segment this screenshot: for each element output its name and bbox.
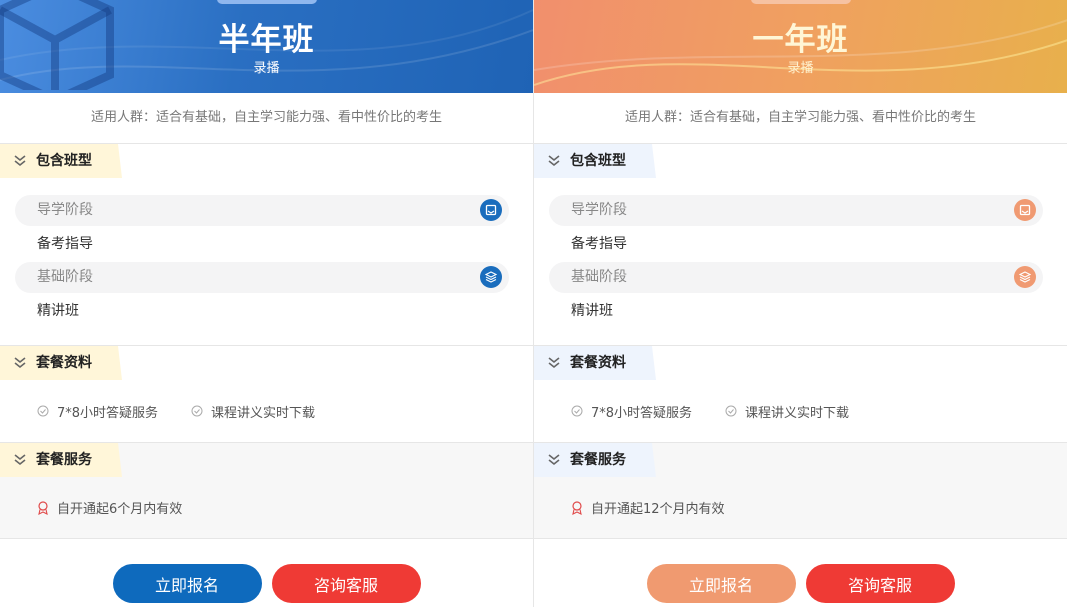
- book-icon: [1014, 199, 1036, 221]
- layers-icon: [480, 266, 502, 288]
- section-title: 套餐资料: [36, 355, 92, 371]
- stage-name: 基础阶段: [37, 269, 93, 285]
- stage-item: 精讲班: [571, 303, 613, 319]
- stage-name: 导学阶段: [571, 202, 627, 218]
- section-tag: 套餐资料: [534, 346, 656, 380]
- section-title: 套餐服务: [36, 452, 92, 468]
- material-item: 7*8小时答疑服务: [37, 402, 158, 421]
- materials-list: 7*8小时答疑服务 课程讲义实时下载: [534, 380, 1067, 443]
- service-item: 自开通起12个月内有效: [534, 477, 1067, 538]
- section-tag: 套餐服务: [534, 443, 656, 477]
- section-title: 套餐服务: [570, 452, 626, 468]
- stage-name: 基础阶段: [571, 269, 627, 285]
- material-item: 课程讲义实时下载: [191, 402, 315, 421]
- section-classes-header: 包含班型: [0, 144, 533, 178]
- consult-button[interactable]: 咨询客服: [271, 564, 421, 603]
- plan-card-half-year: 半年班 录播 适用人群：适合有基础，自主学习能力强、看中性价比的考生 包含班型 …: [0, 0, 533, 607]
- audience-text: 适用人群：适合有基础，自主学习能力强、看中性价比的考生: [534, 93, 1067, 144]
- service-item: 自开通起6个月内有效: [0, 477, 533, 538]
- material-item: 课程讲义实时下载: [725, 402, 849, 421]
- check-circle-icon: [191, 405, 203, 417]
- materials-list: 7*8小时答疑服务 课程讲义实时下载: [0, 380, 533, 443]
- stage-item: 精讲班: [37, 303, 79, 319]
- enroll-button[interactable]: 立即报名: [112, 564, 262, 603]
- check-circle-icon: [37, 405, 49, 417]
- chevron-down-icon: [14, 155, 26, 167]
- plan-title: 一年班: [752, 22, 849, 58]
- medal-icon: [572, 500, 582, 515]
- check-circle-icon: [725, 405, 737, 417]
- action-buttons: 立即报名 咨询客服: [534, 564, 1067, 603]
- medal-icon: [38, 500, 48, 515]
- plan-card-one-year: 一年班 录播 适用人群：适合有基础，自主学习能力强、看中性价比的考生 包含班型 …: [533, 0, 1067, 607]
- enroll-button[interactable]: 立即报名: [646, 564, 796, 603]
- chevron-down-icon: [548, 454, 560, 466]
- stage-name: 导学阶段: [37, 202, 93, 218]
- layers-icon: [1014, 266, 1036, 288]
- section-classes-header: 包含班型: [534, 144, 1067, 178]
- section-services-header: 套餐服务: [534, 443, 1067, 477]
- check-circle-icon: [571, 405, 583, 417]
- chevron-down-icon: [548, 155, 560, 167]
- audience-text: 适用人群：适合有基础，自主学习能力强、看中性价比的考生: [0, 93, 533, 144]
- chevron-down-icon: [548, 357, 560, 369]
- stage-item: 备考指导: [37, 236, 93, 252]
- section-tag: 包含班型: [534, 144, 656, 178]
- plan-comparison: 半年班 录播 适用人群：适合有基础，自主学习能力强、看中性价比的考生 包含班型 …: [0, 0, 1067, 607]
- section-materials-header: 套餐资料: [0, 346, 533, 380]
- stage-guide: 导学阶段: [15, 195, 509, 226]
- plan-header: 一年班 录播: [534, 0, 1067, 93]
- consult-button[interactable]: 咨询客服: [805, 564, 955, 603]
- chevron-down-icon: [14, 454, 26, 466]
- book-icon: [480, 199, 502, 221]
- plan-header: 半年班 录播: [0, 0, 533, 93]
- section-title: 包含班型: [36, 153, 92, 169]
- plan-subtitle: 录播: [253, 61, 280, 76]
- action-buttons: 立即报名 咨询客服: [0, 564, 533, 603]
- section-tag: 套餐服务: [0, 443, 122, 477]
- services-section: 套餐服务 自开通起12个月内有效: [534, 443, 1067, 539]
- section-title: 套餐资料: [570, 355, 626, 371]
- section-tag: 包含班型: [0, 144, 122, 178]
- stage-item: 备考指导: [571, 236, 627, 252]
- header-tab-pill: [216, 0, 317, 4]
- services-section: 套餐服务 自开通起6个月内有效: [0, 443, 533, 539]
- section-title: 包含班型: [570, 153, 626, 169]
- plan-title: 半年班: [218, 22, 315, 58]
- material-item: 7*8小时答疑服务: [571, 402, 692, 421]
- stage-guide: 导学阶段: [549, 195, 1043, 226]
- header-tab-pill: [750, 0, 851, 4]
- section-materials-header: 套餐资料: [534, 346, 1067, 380]
- chevron-down-icon: [14, 357, 26, 369]
- stage-basic: 基础阶段: [15, 262, 509, 293]
- stage-basic: 基础阶段: [549, 262, 1043, 293]
- plan-subtitle: 录播: [787, 61, 814, 76]
- section-tag: 套餐资料: [0, 346, 122, 380]
- section-services-header: 套餐服务: [0, 443, 533, 477]
